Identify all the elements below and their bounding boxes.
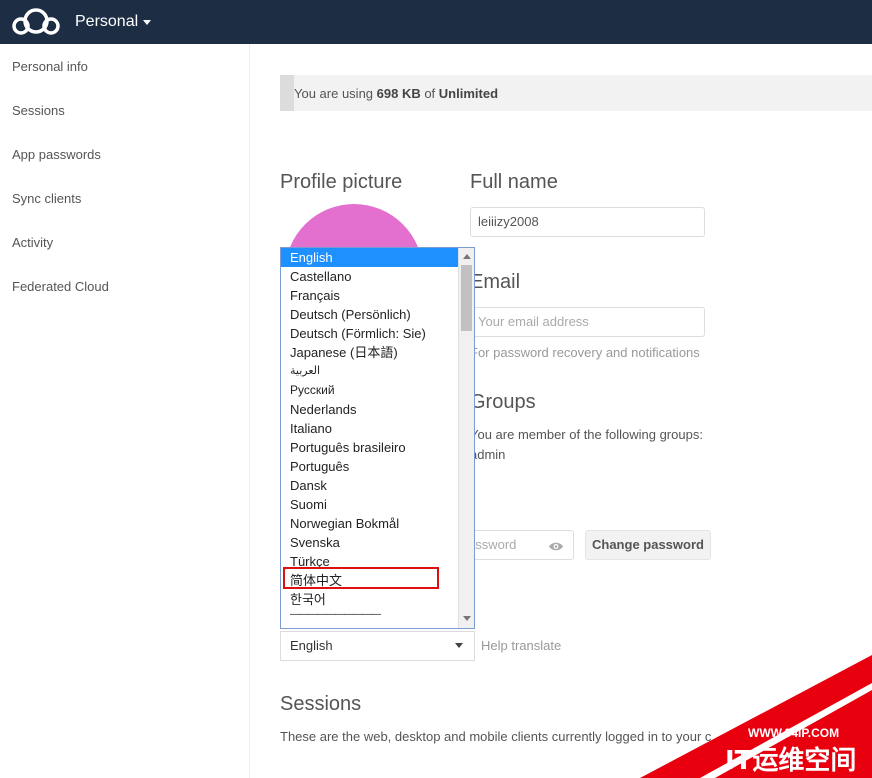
scrollbar-thumb[interactable] [461,265,472,331]
watermark-logo: WWW.94IP.COM IT运维空间 [640,655,872,778]
full-name-heading: Full name [470,171,558,193]
language-option[interactable]: Português [281,457,458,476]
email-heading: Email [470,271,521,293]
language-option[interactable]: Français [281,286,458,305]
language-option[interactable]: Japanese (日本語) [281,343,458,362]
quota-text: You are using 698 KB of Unlimited [294,86,499,101]
language-option[interactable]: Русский [281,381,458,400]
settings-sidebar: Personal info Sessions App passwords Syn… [0,44,250,778]
sidebar-item-activity[interactable]: Activity [12,235,53,250]
language-option[interactable]: Castellano [281,267,458,286]
sidebar-item-federated-cloud[interactable]: Federated Cloud [12,279,109,294]
top-header: Personal [0,0,872,44]
language-option[interactable]: Svenska [281,533,458,552]
language-option[interactable]: Suomi [281,495,458,514]
help-translate-link[interactable]: Help translate [481,638,561,653]
profile-picture-heading: Profile picture [280,171,403,193]
quota-total: Unlimited [438,86,499,101]
email-input[interactable]: Your email address [470,307,705,337]
quota-used: 698 KB [376,86,421,101]
email-hint: For password recovery and notifications [470,345,700,360]
language-option[interactable]: Nederlands [281,400,458,419]
language-option[interactable]: 한국어 [281,590,458,609]
sidebar-item-sessions[interactable]: Sessions [12,103,65,118]
sidebar-item-app-passwords[interactable]: App passwords [12,147,101,162]
language-option[interactable]: Deutsch (Förmlich: Sie) [281,324,458,343]
highlight-box [283,567,439,589]
language-option[interactable]: Português brasileiro [281,438,458,457]
group-admin: admin [470,447,506,462]
language-option[interactable]: Dansk [281,476,458,495]
chevron-down-icon[interactable] [455,643,463,648]
watermark-brand: IT运维空间 [725,745,856,776]
language-option[interactable]: English [281,248,458,267]
scroll-down-arrow-icon[interactable] [463,616,471,621]
watermark-url: WWW.94IP.COM [748,726,839,740]
groups-text: You are member of the following groups: [470,427,703,442]
language-option[interactable]: Italiano [281,419,458,438]
caret-down-icon[interactable] [143,20,151,25]
full-name-input[interactable]: leiiizy2008 [470,207,705,237]
language-option[interactable]: العربية [281,362,458,381]
sidebar-item-sync-clients[interactable]: Sync clients [12,191,81,206]
language-select[interactable]: English [280,631,475,661]
language-option[interactable]: Norwegian Bokmål [281,514,458,533]
sessions-heading: Sessions [280,693,362,715]
eye-icon[interactable] [548,541,564,552]
scroll-up-arrow-icon[interactable] [463,254,471,259]
dropdown-scrollbar[interactable] [458,248,474,628]
groups-heading: Groups [470,391,536,413]
app-menu-title[interactable]: Personal [75,13,138,31]
quota-bar: You are using 698 KB of Unlimited [280,75,872,111]
change-password-button[interactable]: Change password [585,530,711,560]
cloud-logo-icon[interactable] [10,7,62,37]
language-option[interactable]: Deutsch (Persönlich) [281,305,458,324]
language-separator: —————————— [290,609,381,620]
sidebar-item-personal-info[interactable]: Personal info [12,59,88,74]
